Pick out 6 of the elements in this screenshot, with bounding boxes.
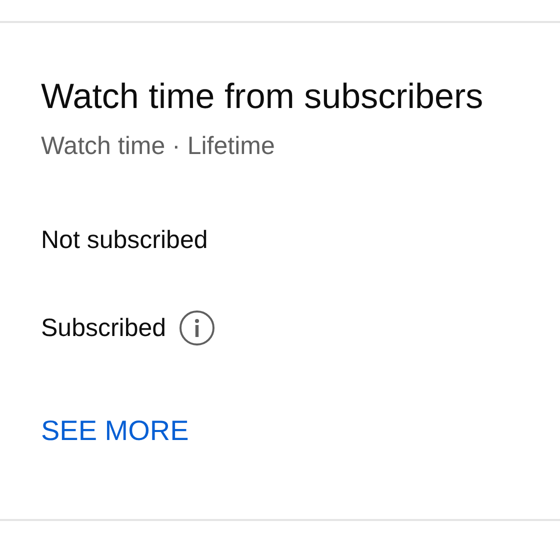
info-icon[interactable] [179, 310, 216, 346]
card-title: Watch time from subscribers [41, 76, 484, 118]
see-more-link[interactable]: SEE MORE [41, 415, 189, 447]
row-label: Not subscribed [41, 226, 208, 254]
card-subtitle: Watch time · Lifetime [41, 131, 276, 161]
row-label: Subscribed [41, 314, 166, 342]
